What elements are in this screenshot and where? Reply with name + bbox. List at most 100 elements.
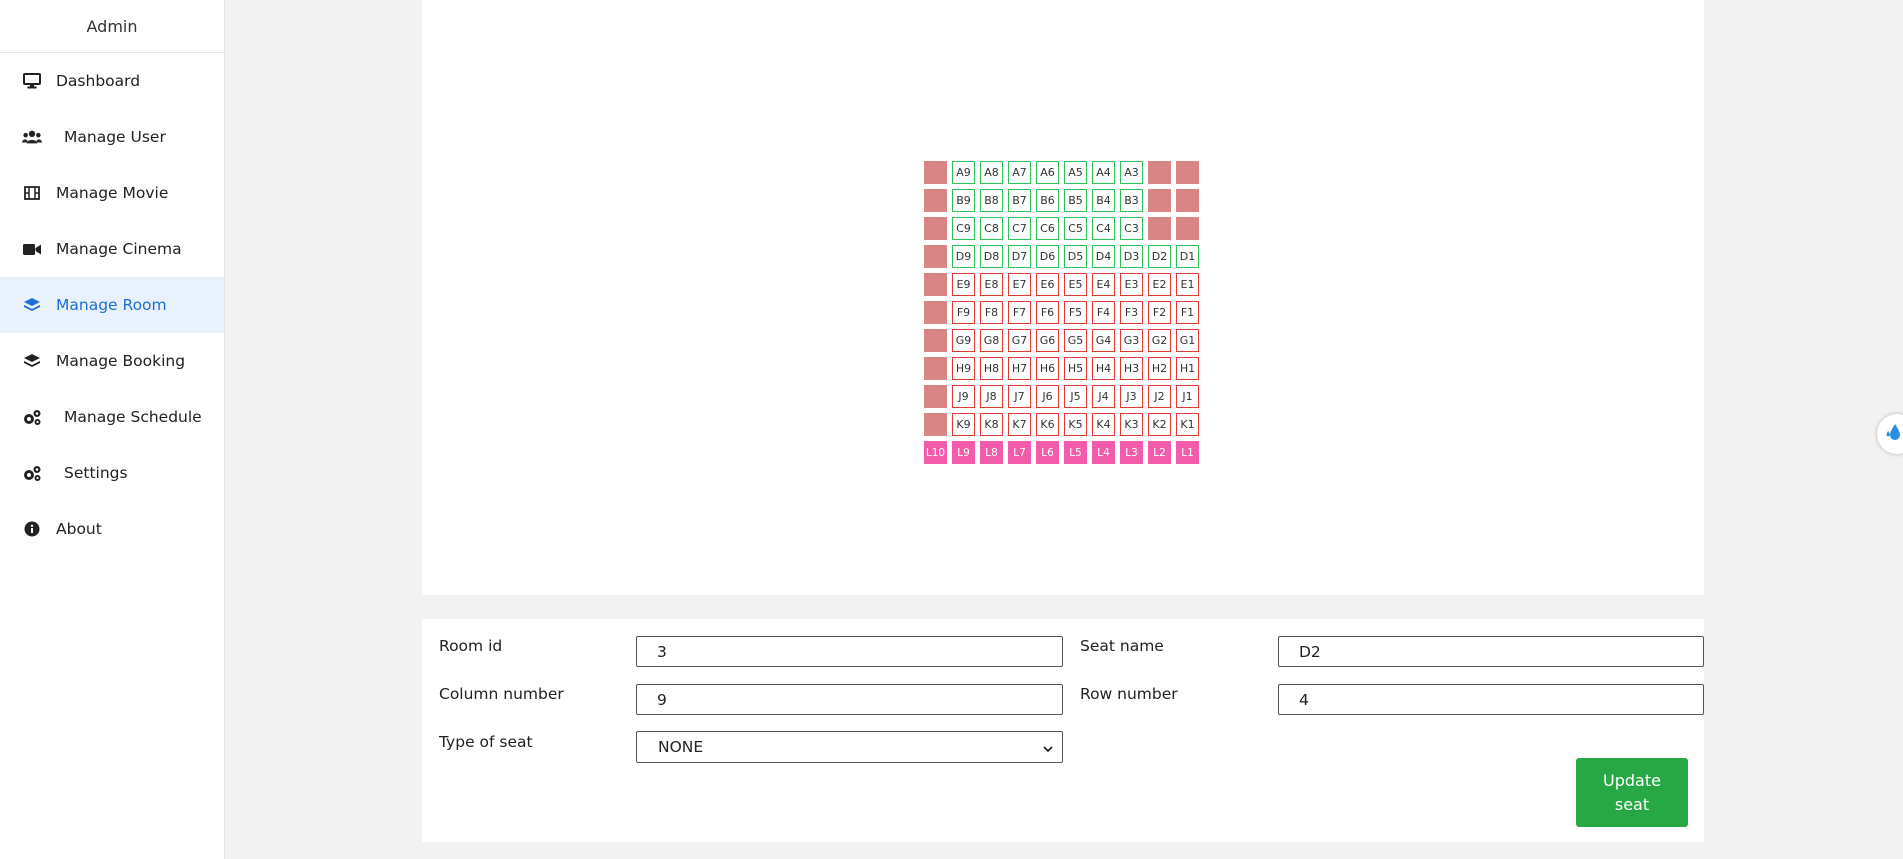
- column-number-input[interactable]: [636, 684, 1063, 715]
- blocked-seat[interactable]: [924, 385, 947, 408]
- seat-cell[interactable]: D1: [1176, 245, 1199, 268]
- seat-cell[interactable]: A5: [1064, 161, 1087, 184]
- seat-cell[interactable]: F1: [1176, 301, 1199, 324]
- blocked-seat[interactable]: [1176, 161, 1199, 184]
- blocked-seat[interactable]: [924, 189, 947, 212]
- seat-cell[interactable]: L7: [1008, 441, 1031, 464]
- seat-cell[interactable]: D2: [1148, 245, 1171, 268]
- sidebar-item-manage-cinema[interactable]: Manage Cinema: [0, 221, 224, 277]
- seat-cell[interactable]: F5: [1064, 301, 1087, 324]
- sidebar-item-manage-room[interactable]: Manage Room: [0, 277, 224, 333]
- sidebar-item-dashboard[interactable]: Dashboard: [0, 53, 224, 109]
- seat-cell[interactable]: A7: [1008, 161, 1031, 184]
- seat-cell[interactable]: C9: [952, 217, 975, 240]
- seat-cell[interactable]: L8: [980, 441, 1003, 464]
- floating-widget-button[interactable]: [1877, 414, 1903, 454]
- seat-cell[interactable]: F4: [1092, 301, 1115, 324]
- seat-cell[interactable]: C7: [1008, 217, 1031, 240]
- seat-cell[interactable]: C5: [1064, 217, 1087, 240]
- seat-cell[interactable]: C3: [1120, 217, 1143, 240]
- sidebar-item-manage-user[interactable]: Manage User: [0, 109, 224, 165]
- blocked-seat[interactable]: [924, 301, 947, 324]
- seat-cell[interactable]: H2: [1148, 357, 1171, 380]
- seat-cell[interactable]: K2: [1148, 413, 1171, 436]
- seat-cell[interactable]: J9: [952, 385, 975, 408]
- seat-cell[interactable]: D4: [1092, 245, 1115, 268]
- seat-cell[interactable]: B6: [1036, 189, 1059, 212]
- seat-cell[interactable]: F2: [1148, 301, 1171, 324]
- seat-cell[interactable]: D8: [980, 245, 1003, 268]
- blocked-seat[interactable]: [1148, 161, 1171, 184]
- seat-cell[interactable]: L1: [1176, 441, 1199, 464]
- seat-cell[interactable]: H4: [1092, 357, 1115, 380]
- seat-cell[interactable]: C6: [1036, 217, 1059, 240]
- seat-cell[interactable]: J5: [1064, 385, 1087, 408]
- blocked-seat[interactable]: [1176, 217, 1199, 240]
- sidebar-item-manage-booking[interactable]: Manage Booking: [0, 333, 224, 389]
- seat-cell[interactable]: E4: [1092, 273, 1115, 296]
- seat-cell[interactable]: H8: [980, 357, 1003, 380]
- type-of-seat-select[interactable]: NONE: [636, 731, 1063, 763]
- seat-cell[interactable]: A9: [952, 161, 975, 184]
- seat-cell[interactable]: J6: [1036, 385, 1059, 408]
- seat-cell[interactable]: D3: [1120, 245, 1143, 268]
- seat-cell[interactable]: B3: [1120, 189, 1143, 212]
- seat-cell[interactable]: E1: [1176, 273, 1199, 296]
- seat-cell[interactable]: K1: [1176, 413, 1199, 436]
- seat-cell[interactable]: H9: [952, 357, 975, 380]
- seat-cell[interactable]: C8: [980, 217, 1003, 240]
- seat-cell[interactable]: G1: [1176, 329, 1199, 352]
- seat-cell[interactable]: A4: [1092, 161, 1115, 184]
- seat-cell[interactable]: J7: [1008, 385, 1031, 408]
- seat-cell[interactable]: L6: [1036, 441, 1059, 464]
- sidebar-item-manage-movie[interactable]: Manage Movie: [0, 165, 224, 221]
- seat-cell[interactable]: L4: [1092, 441, 1115, 464]
- seat-cell[interactable]: A6: [1036, 161, 1059, 184]
- seat-cell[interactable]: H7: [1008, 357, 1031, 380]
- seat-cell[interactable]: L2: [1148, 441, 1171, 464]
- seat-cell[interactable]: J8: [980, 385, 1003, 408]
- seat-cell[interactable]: J4: [1092, 385, 1115, 408]
- blocked-seat[interactable]: [1176, 189, 1199, 212]
- blocked-seat[interactable]: [924, 217, 947, 240]
- seat-cell[interactable]: F9: [952, 301, 975, 324]
- blocked-seat[interactable]: [924, 329, 947, 352]
- blocked-seat[interactable]: [924, 161, 947, 184]
- seat-cell[interactable]: J2: [1148, 385, 1171, 408]
- blocked-seat[interactable]: [924, 273, 947, 296]
- seat-cell[interactable]: B8: [980, 189, 1003, 212]
- seat-cell[interactable]: K4: [1092, 413, 1115, 436]
- seat-cell[interactable]: J1: [1176, 385, 1199, 408]
- seat-cell[interactable]: E5: [1064, 273, 1087, 296]
- seat-cell[interactable]: G3: [1120, 329, 1143, 352]
- seat-cell[interactable]: G4: [1092, 329, 1115, 352]
- seat-cell[interactable]: G7: [1008, 329, 1031, 352]
- seat-cell[interactable]: K9: [952, 413, 975, 436]
- seat-cell[interactable]: F8: [980, 301, 1003, 324]
- seat-cell[interactable]: E8: [980, 273, 1003, 296]
- seat-cell[interactable]: H1: [1176, 357, 1199, 380]
- seat-cell[interactable]: K7: [1008, 413, 1031, 436]
- sidebar-item-settings[interactable]: Settings: [0, 445, 224, 501]
- seat-cell[interactable]: G9: [952, 329, 975, 352]
- seat-cell[interactable]: G5: [1064, 329, 1087, 352]
- seat-cell[interactable]: H5: [1064, 357, 1087, 380]
- seat-cell[interactable]: E3: [1120, 273, 1143, 296]
- seat-cell[interactable]: K3: [1120, 413, 1143, 436]
- seat-cell[interactable]: J3: [1120, 385, 1143, 408]
- seat-cell[interactable]: K5: [1064, 413, 1087, 436]
- blocked-seat[interactable]: [924, 357, 947, 380]
- room-id-input[interactable]: [636, 636, 1063, 667]
- seat-cell[interactable]: H3: [1120, 357, 1143, 380]
- blocked-seat[interactable]: [924, 245, 947, 268]
- seat-cell[interactable]: L9: [952, 441, 975, 464]
- seat-cell[interactable]: A3: [1120, 161, 1143, 184]
- seat-cell[interactable]: C4: [1092, 217, 1115, 240]
- seat-cell[interactable]: B5: [1064, 189, 1087, 212]
- seat-cell[interactable]: D9: [952, 245, 975, 268]
- seat-cell[interactable]: F3: [1120, 301, 1143, 324]
- seat-cell[interactable]: A8: [980, 161, 1003, 184]
- seat-cell[interactable]: G2: [1148, 329, 1171, 352]
- seat-cell[interactable]: E7: [1008, 273, 1031, 296]
- seat-cell[interactable]: G8: [980, 329, 1003, 352]
